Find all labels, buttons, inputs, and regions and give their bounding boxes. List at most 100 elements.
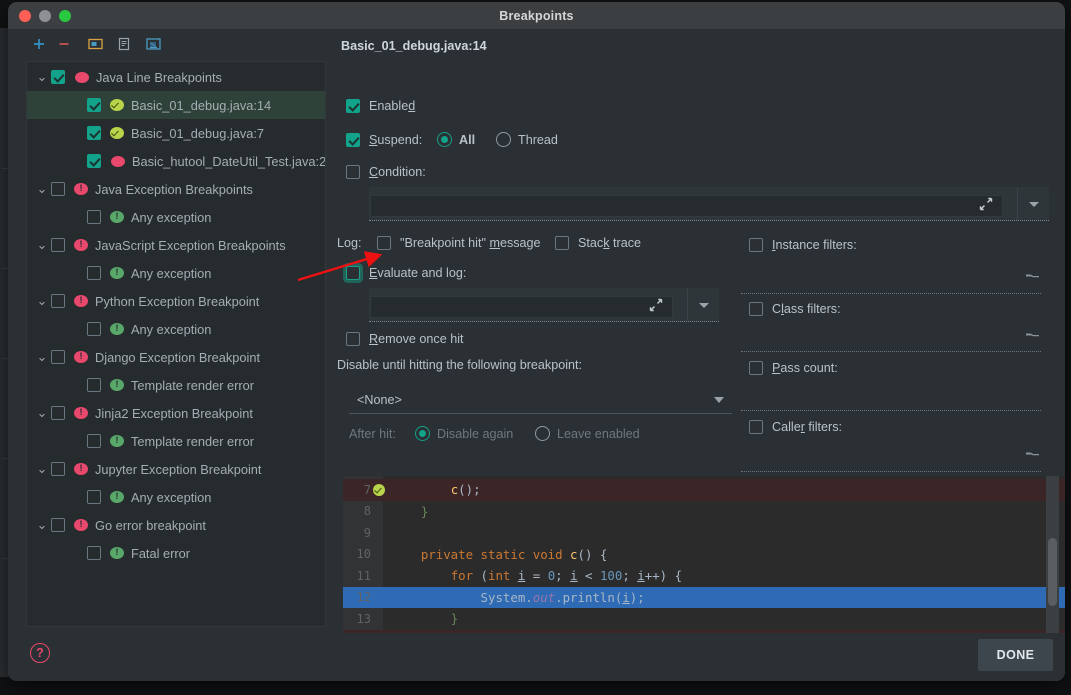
add-breakpoint-button[interactable] [28, 33, 50, 55]
tree-item-checkbox[interactable] [51, 294, 65, 308]
suspend-thread-radio[interactable] [496, 132, 511, 147]
chevron-down-icon[interactable]: ⌄ [33, 465, 51, 473]
chevron-down-icon[interactable]: ⌄ [33, 241, 51, 249]
tree-row[interactable]: Any exception [27, 483, 325, 511]
chevron-down-icon[interactable]: ⌄ [33, 353, 51, 361]
disable-again-radio[interactable] [415, 426, 430, 441]
help-icon[interactable]: ? [30, 643, 50, 663]
leave-enabled-radio-row[interactable]: Leave enabled [535, 426, 640, 441]
remove-once-hit-checkbox[interactable] [346, 332, 360, 346]
suspend-all-radio-row[interactable]: All [437, 132, 475, 147]
enabled-row[interactable]: Enabled [346, 99, 415, 113]
leave-enabled-radio[interactable] [535, 426, 550, 441]
tree-row[interactable]: Any exception [27, 315, 325, 343]
instance-filters-folder-icon[interactable] [1025, 271, 1040, 283]
tree-item-checkbox[interactable] [87, 154, 101, 168]
tree-item-checkbox[interactable] [87, 126, 101, 140]
condition-checkbox[interactable] [346, 165, 360, 179]
tree-row[interactable]: ⌄Java Exception Breakpoints [27, 175, 325, 203]
evaluate-input-wrapper[interactable] [369, 288, 719, 322]
suspend-all-radio[interactable] [437, 132, 452, 147]
chevron-down-icon[interactable]: ⌄ [33, 521, 51, 529]
tree-item-checkbox[interactable] [87, 322, 101, 336]
disable-again-radio-row[interactable]: Disable again [415, 426, 513, 441]
tree-row[interactable]: ⌄Python Exception Breakpoint [27, 287, 325, 315]
close-button[interactable] [19, 10, 31, 22]
evaluate-and-log-row[interactable]: Evaluate and log: [346, 266, 466, 280]
code-line[interactable]: 8 } [343, 501, 1065, 523]
tree-item-checkbox[interactable] [87, 266, 101, 280]
tree-item-checkbox[interactable] [51, 70, 65, 84]
java-class-icon[interactable] [142, 33, 164, 55]
evaluate-history-dropdown[interactable] [687, 289, 719, 321]
tree-row[interactable]: Any exception [27, 259, 325, 287]
expand-editor-icon[interactable] [979, 197, 993, 211]
code-line[interactable]: 7 c(); [343, 479, 1065, 501]
code-line[interactable]: 13 } [343, 608, 1065, 630]
tree-item-checkbox[interactable] [87, 434, 101, 448]
code-line[interactable]: 9 [343, 522, 1065, 544]
remove-once-hit-row[interactable]: Remove once hit [346, 332, 464, 346]
tree-item-checkbox[interactable] [51, 462, 65, 476]
group-by-folder-icon[interactable] [84, 33, 106, 55]
tree-item-checkbox[interactable] [51, 406, 65, 420]
chevron-down-icon[interactable]: ⌄ [33, 185, 51, 193]
verified-breakpoint-icon[interactable] [373, 484, 385, 496]
tree-item-checkbox[interactable] [51, 182, 65, 196]
tree-row[interactable]: Fatal error [27, 539, 325, 567]
caller-filters-checkbox[interactable] [749, 420, 763, 434]
suspend-checkbox[interactable] [346, 133, 360, 147]
tree-item-checkbox[interactable] [51, 238, 65, 252]
tree-row[interactable]: Basic_hutool_DateUtil_Test.java:20 [27, 147, 325, 175]
expand-editor-icon[interactable] [649, 298, 663, 312]
tree-row[interactable]: ⌄Jinja2 Exception Breakpoint [27, 399, 325, 427]
tree-item-checkbox[interactable] [87, 546, 101, 560]
stack-trace-checkbox[interactable] [555, 236, 569, 250]
caller-filters-folder-icon[interactable] [1025, 449, 1040, 461]
class-filters-checkbox[interactable] [749, 302, 763, 316]
stack-trace-row[interactable]: Stack trace [555, 236, 641, 250]
tree-item-checkbox[interactable] [87, 490, 101, 504]
condition-input[interactable] [370, 195, 1003, 217]
suspend-row[interactable]: Suspend: [346, 133, 422, 147]
caller-filters-row[interactable]: Caller filters: [749, 420, 842, 434]
minimize-button[interactable] [39, 10, 51, 22]
tree-item-checkbox[interactable] [51, 350, 65, 364]
condition-history-dropdown[interactable] [1017, 188, 1049, 220]
tree-item-checkbox[interactable] [87, 98, 101, 112]
breakpoints-tree[interactable]: ⌄Java Line BreakpointsBasic_01_debug.jav… [26, 61, 326, 627]
pass-count-row[interactable]: Pass count: [749, 361, 838, 375]
tree-row[interactable]: ⌄Django Exception Breakpoint [27, 343, 325, 371]
tree-item-checkbox[interactable] [87, 378, 101, 392]
code-line[interactable]: 11 for (int i = 0; i < 100; i++) { [343, 565, 1065, 587]
done-button[interactable]: DONE [978, 639, 1053, 671]
scrollbar-thumb[interactable] [1048, 538, 1057, 606]
condition-input-wrapper[interactable] [369, 187, 1049, 221]
instance-filters-row[interactable]: Instance filters: [749, 238, 857, 252]
maximize-button[interactable] [59, 10, 71, 22]
remove-breakpoint-button[interactable] [53, 33, 75, 55]
enabled-checkbox[interactable] [346, 99, 360, 113]
code-line[interactable]: 10 private static void c() { [343, 544, 1065, 566]
suspend-thread-radio-row[interactable]: Thread [496, 132, 558, 147]
condition-row[interactable]: Condition: [346, 165, 426, 179]
pass-count-checkbox[interactable] [749, 361, 763, 375]
tree-row[interactable]: ⌄JavaScript Exception Breakpoints [27, 231, 325, 259]
tree-item-checkbox[interactable] [87, 210, 101, 224]
tree-row[interactable]: ⌄Java Line Breakpoints [27, 63, 325, 91]
class-filters-row[interactable]: Class filters: [749, 302, 841, 316]
breakpoint-hit-message-checkbox[interactable] [377, 236, 391, 250]
class-filters-folder-icon[interactable] [1025, 330, 1040, 342]
chevron-down-icon[interactable]: ⌄ [33, 297, 51, 305]
tree-row[interactable]: Basic_01_debug.java:14 [27, 91, 325, 119]
tree-row[interactable]: Any exception [27, 203, 325, 231]
tree-item-checkbox[interactable] [51, 518, 65, 532]
chevron-down-icon[interactable]: ⌄ [33, 73, 51, 81]
log-message-row[interactable]: "Breakpoint hit" message [377, 236, 541, 250]
disable-until-combo[interactable]: <None> [349, 387, 732, 414]
instance-filters-checkbox[interactable] [749, 238, 763, 252]
code-line[interactable]: 12 System.out.println(i); [343, 587, 1065, 609]
save-to-file-icon[interactable] [113, 33, 135, 55]
tree-row[interactable]: ⌄Go error breakpoint [27, 511, 325, 539]
evaluate-and-log-input[interactable] [370, 296, 673, 318]
